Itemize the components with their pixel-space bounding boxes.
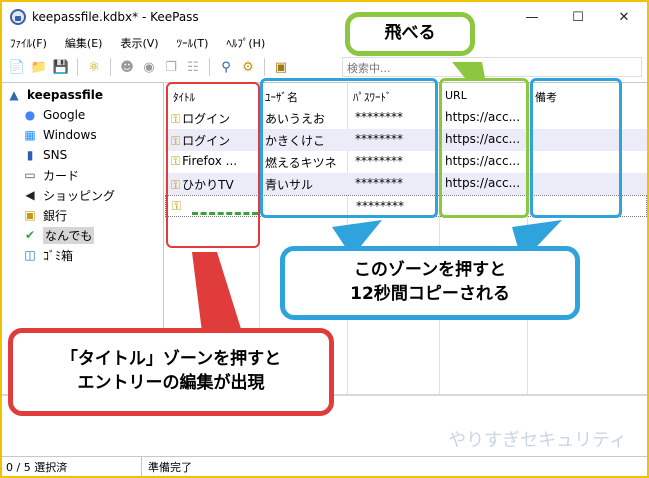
keepass-window: keepassfile.kdbx* - KeePass — ☐ ✕ ﾌｧｲﾙ(F… xyxy=(0,0,649,478)
copy-callout: このゾーンを押すと 12秒間コピーされる xyxy=(280,246,580,320)
copy-callout-line2: 12秒間コピーされる xyxy=(350,284,510,304)
copy-callout-line1: このゾーンを押すと xyxy=(353,260,507,281)
jump-callout: 飛べる xyxy=(345,12,475,56)
title-callout: 「タイトル」ゾーンを押すと エントリーの編集が出現 xyxy=(8,328,334,416)
title-pointer xyxy=(192,252,242,332)
jump-callout-text: 飛べる xyxy=(384,23,436,44)
title-callout-line1: 「タイトル」ゾーンを押すと xyxy=(60,349,282,370)
title-callout-line2: エントリーの編集が出現 xyxy=(77,373,265,393)
jump-pointer xyxy=(452,62,485,78)
